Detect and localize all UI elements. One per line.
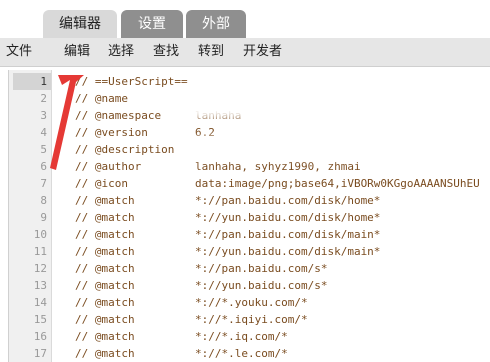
tab-editor[interactable]: 编辑器 <box>43 10 117 38</box>
code-key: // @match <box>75 279 135 292</box>
menu-bar: 文件 编辑 选择 查找 转到 开发者 <box>0 38 490 67</box>
code-line: // @icon data:image/png;base64,iVBORw0KGg… <box>52 175 490 192</box>
code-value: *://pan.baidu.com/disk/home* <box>195 194 381 207</box>
code-key: // @match <box>75 211 135 224</box>
menu-find[interactable]: 查找 <box>153 38 179 66</box>
tab-external[interactable]: 外部 <box>186 10 246 38</box>
code-key: // @match <box>75 330 135 343</box>
line-number: 14 <box>33 296 47 309</box>
code-key: // @version <box>75 126 148 139</box>
code-line: // @match *://*.youku.com/* <box>52 294 490 311</box>
tab-settings[interactable]: 设置 <box>121 10 183 38</box>
code-line: // @match *://yun.baidu.com/disk/home* <box>52 209 490 226</box>
line-number: 16 <box>33 330 47 343</box>
code-line: // @author lanhaha, syhyz1990, zhmai <box>52 158 490 175</box>
line-number: 4 <box>40 126 47 139</box>
line-number: 3 <box>40 109 47 122</box>
redaction-blur <box>185 84 485 118</box>
code-value: *://yun.baidu.com/disk/home* <box>195 211 381 224</box>
line-number: 9 <box>40 211 47 224</box>
code-key: // @match <box>75 245 135 258</box>
code-key: // ==UserScript== <box>75 75 188 88</box>
code-value: *://*.youku.com/* <box>195 296 308 309</box>
line-number: 17 <box>33 347 47 360</box>
line-number: 2 <box>40 92 47 105</box>
line-number: 13 <box>33 279 47 292</box>
code-line: // @match *://yun.baidu.com/s* <box>52 277 490 294</box>
code-value: *://*.iq.com/* <box>195 330 288 343</box>
code-value: *://*.le.com/* <box>195 347 288 360</box>
code-key: // @namespace <box>75 109 162 122</box>
menu-developer[interactable]: 开发者 <box>243 38 282 66</box>
code-value: *://yun.baidu.com/s* <box>195 279 328 292</box>
code-key: // @match <box>75 347 135 360</box>
code-key: // @match <box>75 194 135 207</box>
code-value: *://yun.baidu.com/disk/main* <box>195 245 381 258</box>
line-number: 11 <box>33 245 47 258</box>
line-number: 5 <box>40 143 47 156</box>
code-key: // @description <box>75 143 175 156</box>
line-number: 6 <box>40 160 47 173</box>
code-line: // @match *://*.le.com/* <box>52 345 490 362</box>
code-line: // @match *://*.iq.com/* <box>52 328 490 345</box>
code-key: // @match <box>75 228 135 241</box>
redaction-blur <box>190 137 490 159</box>
code-line: // @match *://pan.baidu.com/s* <box>52 260 490 277</box>
menu-file[interactable]: 文件 <box>6 38 32 66</box>
code-key: // @match <box>75 262 135 275</box>
line-number-gutter: 1 2 3 4 5 6 7 8 9 10 11 12 13 14 15 16 17 <box>9 70 52 362</box>
line-number: 1 <box>13 73 51 90</box>
code-line: // @match *://*.iqiyi.com/* <box>52 311 490 328</box>
line-number: 7 <box>40 177 47 190</box>
code-value: data:image/png;base64,iVBORw0KGgoAAAANSU… <box>195 177 480 190</box>
line-number: 10 <box>33 228 47 241</box>
code-value: lanhaha, syhyz1990, zhmai <box>195 160 361 173</box>
menu-goto[interactable]: 转到 <box>198 38 224 66</box>
menu-edit[interactable]: 编辑 <box>64 38 90 66</box>
code-line: // @match *://pan.baidu.com/disk/main* <box>52 226 490 243</box>
menu-select[interactable]: 选择 <box>108 38 134 66</box>
code-value: *://*.iqiyi.com/* <box>195 313 308 326</box>
code-key: // @match <box>75 296 135 309</box>
code-value: *://pan.baidu.com/disk/main* <box>195 228 381 241</box>
line-number: 8 <box>40 194 47 207</box>
line-number: 15 <box>33 313 47 326</box>
code-value: *://pan.baidu.com/s* <box>195 262 328 275</box>
code-key: // @match <box>75 313 135 326</box>
code-line: // @match *://pan.baidu.com/disk/home* <box>52 192 490 209</box>
code-key: // @author <box>75 160 142 173</box>
code-key: // @icon <box>75 177 128 190</box>
line-number: 12 <box>33 262 47 275</box>
code-line: // @match *://yun.baidu.com/disk/main* <box>52 243 490 260</box>
tab-bar: 编辑器 设置 外部 <box>0 0 490 39</box>
code-key: // @name <box>75 92 128 105</box>
